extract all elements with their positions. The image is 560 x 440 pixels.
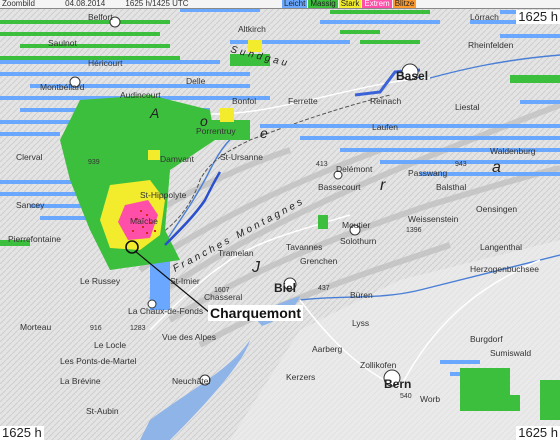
label-herzogenbuchsee: Herzogenbuchsee: [470, 264, 539, 274]
elev-413: 413: [316, 161, 328, 168]
elev-540: 540: [400, 393, 412, 400]
legend-extrem: Extrem: [362, 0, 392, 8]
label-le-russey: Le Russey: [80, 276, 121, 286]
label-audincourt: Audincourt: [120, 90, 161, 100]
header-time: 1625 h/1425 UTC: [125, 0, 189, 8]
map-canvas: Belfort Héricourt Montbéliard Audincourt…: [0, 8, 560, 440]
label-maiche: Maîche: [130, 216, 158, 226]
label-la-brevine: La Brévine: [60, 376, 101, 386]
header-bar: Zoombild 04.08.2014 1625 h/1425 UTC Leic…: [0, 0, 560, 9]
precip-legend: Leicht Massig Stark Extrem Blitze: [282, 0, 417, 8]
legend-blitze: Blitze: [392, 0, 417, 8]
label-jura-r: r: [380, 177, 388, 194]
label-clerval: Clerval: [16, 152, 43, 162]
label-basel: Basel: [396, 69, 428, 83]
label-st-imier: St-Imier: [170, 276, 200, 286]
label-hericourt: Héricourt: [88, 58, 123, 68]
label-lorrach: Lörrach: [470, 12, 499, 22]
label-delle: Delle: [186, 76, 206, 86]
label-morteau: Morteau: [20, 322, 51, 332]
elev-1396: 1396: [406, 227, 422, 234]
label-le-locle: Le Locle: [94, 340, 126, 350]
label-pierrefontaine: Pierrefontaine: [8, 234, 61, 244]
label-st-aubin: St-Aubin: [86, 406, 119, 416]
label-passwang: Passwang: [408, 168, 447, 178]
label-la-chaux-de-fonds: La Chaux-de-Fonds: [128, 306, 203, 316]
label-ferrette: Ferrette: [288, 96, 318, 106]
label-zollikofen: Zollikofen: [360, 360, 397, 370]
elev-939: 939: [88, 159, 100, 166]
label-jura-j: J: [251, 259, 263, 276]
elev-1283: 1283: [130, 325, 146, 332]
elev-1607: 1607: [214, 287, 230, 294]
corner-time-bottom-right: 1625 h: [516, 425, 560, 440]
elev-437: 437: [318, 285, 330, 292]
label-waldenburg: Waldenburg: [490, 146, 536, 156]
label-liestal: Liestal: [455, 102, 480, 112]
legend-stark: Stark: [338, 0, 362, 8]
label-neuchatel: Neuchâtel: [172, 376, 210, 386]
corner-time-top-right: 1625 h: [516, 9, 560, 24]
label-aarberg: Aarberg: [312, 344, 343, 354]
label-montbeliard: Montbéliard: [40, 82, 85, 92]
legend-massig: Massig: [308, 0, 338, 8]
label-reinach: Reinach: [370, 96, 401, 106]
label-belfort: Belfort: [88, 12, 113, 22]
elev-943: 943: [455, 161, 467, 168]
header-date: 04.08.2014: [65, 0, 106, 8]
charquemont-callout: Charquemont: [208, 305, 303, 321]
label-ajoie-e: e: [260, 125, 271, 141]
label-st-hippolyte: St-Hippolyte: [140, 190, 187, 200]
label-laufen: Laufen: [372, 122, 398, 132]
label-bern: Bern: [384, 377, 411, 391]
label-sancey: Sancey: [16, 200, 45, 210]
label-delemont: Delémont: [336, 164, 373, 174]
radar-map-viewer: Belfort Héricourt Montbéliard Audincourt…: [0, 0, 560, 440]
label-lyss: Lyss: [352, 318, 369, 328]
label-balsthal: Balsthal: [436, 182, 466, 192]
label-jura-a: a: [492, 159, 504, 176]
label-ajoie-a: A: [149, 105, 162, 121]
label-kerzers: Kerzers: [286, 372, 315, 382]
label-bassecourt: Bassecourt: [318, 182, 361, 192]
label-bonfol: Bonfol: [232, 96, 256, 106]
header-info: Zoombild 04.08.2014 1625 h/1425 UTC: [2, 0, 189, 8]
label-buren: Büren: [350, 290, 373, 300]
label-damvant: Damvant: [160, 154, 195, 164]
label-weissenstein: Weissenstein: [408, 214, 459, 224]
label-sumiswald: Sumiswald: [490, 348, 531, 358]
label-moutier: Moutier: [342, 220, 371, 230]
label-rheinfelden: Rheinfelden: [468, 40, 514, 50]
legend-leicht: Leicht: [282, 0, 308, 8]
label-tavannes: Tavannes: [286, 242, 322, 252]
elev-916: 916: [90, 325, 102, 332]
corner-time-bottom-left: 1625 h: [0, 425, 44, 440]
label-biel: Biel: [274, 281, 296, 295]
label-oensingen: Oensingen: [476, 204, 517, 214]
label-langenthal: Langenthal: [480, 242, 522, 252]
label-les-ponts-de-martel: Les Ponts-de-Martel: [60, 356, 137, 366]
label-st-ursanne: St-Ursanne: [220, 152, 263, 162]
label-saulnot: Saulnot: [48, 38, 77, 48]
label-altkirch: Altkirch: [238, 24, 266, 34]
header-title: Zoombild: [2, 0, 35, 8]
label-ajoie-o: o: [200, 113, 211, 129]
label-grenchen: Grenchen: [300, 256, 338, 266]
label-burgdorf: Burgdorf: [470, 334, 503, 344]
label-vue-des-alpes: Vue des Alpes: [162, 332, 216, 342]
label-solothurn: Solothurn: [340, 236, 377, 246]
label-worb: Worb: [420, 394, 440, 404]
